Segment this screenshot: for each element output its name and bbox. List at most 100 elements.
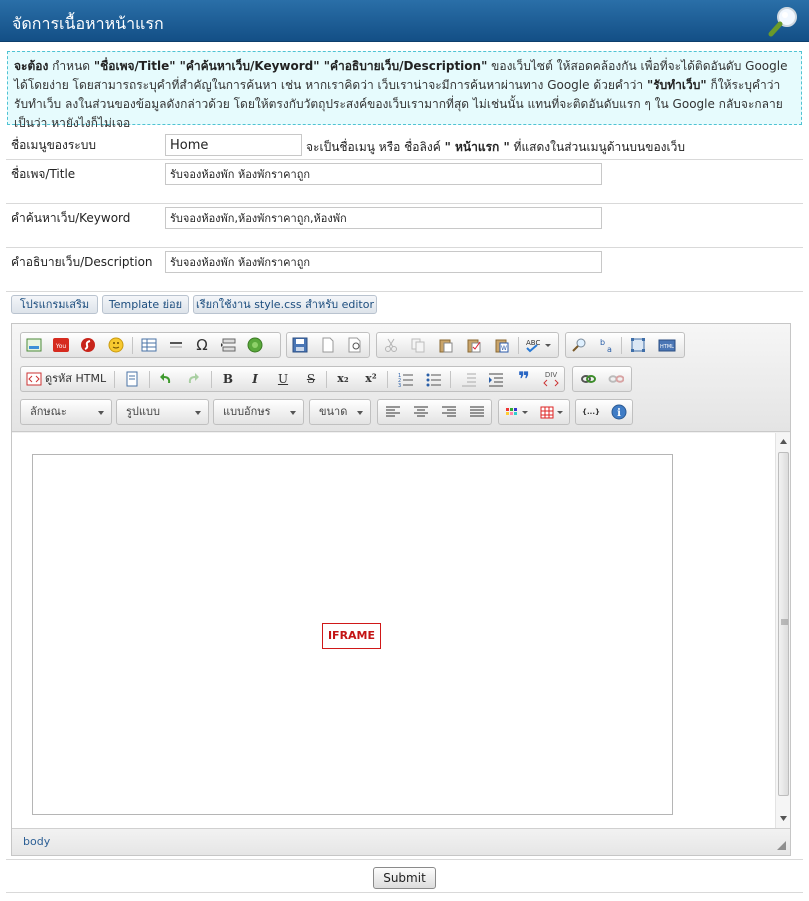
spellcheck-icon[interactable]: ABC	[524, 337, 554, 353]
iframe-placeholder-box[interactable]: IFRAME	[32, 454, 673, 815]
code-snippet-icon[interactable]: {...}	[581, 404, 601, 420]
editor-toolbar: You Ω W ABC b a HTML ดูรหัส HTML B I U S…	[12, 324, 790, 432]
subscript-icon[interactable]: x₂	[334, 371, 352, 387]
toolbar-group-insert: You Ω	[20, 332, 281, 358]
maximize-icon[interactable]	[629, 337, 647, 353]
special-char-icon[interactable]: Ω	[193, 337, 211, 353]
style-select[interactable]: รูปแบบ	[116, 399, 209, 425]
page-header: จัดการเนื้อหาหน้าแรก	[0, 0, 809, 42]
templates-icon[interactable]	[123, 371, 141, 387]
about-icon[interactable]: i	[610, 404, 628, 420]
toolbar-group-find: ba HTML	[565, 332, 685, 358]
toolbar-separator	[149, 371, 150, 388]
background-color-icon[interactable]	[539, 404, 567, 420]
indent-icon[interactable]	[487, 371, 505, 387]
style-select-label: รูปแบบ	[126, 405, 160, 418]
align-center-icon[interactable]	[412, 404, 430, 420]
italic-icon[interactable]: I	[246, 371, 264, 387]
toolbar-group-color	[498, 399, 570, 425]
page-break-icon[interactable]	[219, 337, 237, 353]
font-select[interactable]: แบบอักษร	[213, 399, 304, 425]
image-icon[interactable]	[25, 337, 43, 353]
find-icon[interactable]	[570, 337, 588, 353]
paste-word-icon[interactable]: W	[493, 337, 511, 353]
tab-plugins[interactable]: โปรแกรมเสริม	[11, 295, 98, 314]
iframe-placeholder-label: IFRAME	[322, 623, 381, 649]
link-icon[interactable]	[579, 371, 597, 387]
menu-name-input[interactable]	[165, 134, 302, 156]
element-path[interactable]: body	[23, 835, 50, 848]
paste-text-icon[interactable]	[465, 337, 483, 353]
bulleted-list-icon[interactable]	[425, 371, 443, 387]
preview-icon[interactable]	[346, 337, 364, 353]
vertical-scrollbar[interactable]	[775, 433, 790, 828]
table-icon[interactable]	[140, 337, 158, 353]
scroll-up-icon[interactable]	[779, 438, 788, 445]
div-container-icon[interactable]: DIV	[542, 371, 560, 387]
divider	[6, 247, 803, 248]
source-code-icon[interactable]	[25, 371, 43, 387]
keyword-input[interactable]	[165, 207, 602, 229]
description-label: คำอธิบายเว็บ/Description	[11, 255, 153, 269]
editor-status-bar: body	[12, 828, 790, 855]
replace-icon[interactable]: ba	[598, 337, 616, 354]
superscript-icon[interactable]: x²	[362, 371, 380, 387]
underline-icon[interactable]: U	[274, 371, 292, 387]
toolbar-group-link	[572, 366, 632, 392]
toolbar-group-extra: {...} i	[575, 399, 633, 425]
chevron-down-icon	[357, 411, 363, 415]
show-blocks-icon[interactable]: HTML	[658, 337, 676, 353]
bold-icon[interactable]: B	[219, 371, 237, 387]
notice-bold-2: "รับทำเว็บ"	[646, 78, 707, 92]
smiley-icon[interactable]	[107, 337, 125, 353]
tab-stylesheet[interactable]: เรียกใช้งาน style.css สำหรับ editor	[193, 295, 377, 314]
tab-template[interactable]: Template ย่อย	[102, 295, 189, 314]
save-icon[interactable]	[291, 337, 309, 353]
copy-icon[interactable]	[409, 337, 427, 353]
size-select[interactable]: ขนาด	[309, 399, 371, 425]
menu-hint-text-1: จะเป็นชื่อเมนู หรือ ชื่อลิงค์	[306, 140, 445, 154]
outdent-icon[interactable]	[460, 371, 478, 387]
scrollbar-thumb[interactable]	[778, 452, 789, 796]
youtube-icon[interactable]: You	[52, 337, 70, 353]
divider	[6, 892, 803, 893]
blockquote-icon[interactable]: ❞	[515, 369, 533, 389]
editor-content-area[interactable]: IFRAME	[12, 433, 790, 828]
svg-text:HTML: HTML	[660, 344, 674, 350]
scroll-down-icon[interactable]	[779, 815, 788, 822]
title-label: ชื่อเพจ/Title	[11, 167, 76, 181]
grip-icon	[781, 619, 788, 625]
horizontal-rule-icon[interactable]	[167, 337, 185, 353]
paste-icon[interactable]	[437, 337, 455, 353]
iframe-icon[interactable]	[246, 337, 264, 353]
cut-icon[interactable]	[382, 337, 400, 353]
notice-text-1: กำหนด	[48, 59, 94, 73]
align-left-icon[interactable]	[384, 404, 402, 420]
notice-lead: จะต้อง	[14, 59, 49, 73]
redo-icon[interactable]	[184, 371, 202, 387]
seo-notice: จะต้อง กำหนด "ชื่อเพจ/Title" "คำค้นหาเว็…	[7, 51, 802, 130]
description-input[interactable]	[165, 251, 602, 273]
source-button-label[interactable]: ดูรหัส HTML	[45, 371, 109, 387]
toolbar-group-clipboard: W ABC	[376, 332, 559, 358]
unlink-icon[interactable]	[607, 371, 625, 387]
strikethrough-icon[interactable]: S	[302, 371, 320, 387]
svg-text:ABC: ABC	[526, 339, 540, 347]
title-input[interactable]	[165, 163, 602, 185]
resize-handle-icon[interactable]	[777, 841, 786, 850]
flash-icon[interactable]	[79, 337, 97, 353]
svg-text:3: 3	[398, 383, 401, 387]
align-justify-icon[interactable]	[468, 404, 486, 420]
text-color-icon[interactable]	[504, 404, 532, 420]
svg-text:W: W	[501, 345, 507, 352]
format-select[interactable]: ลักษณะ	[20, 399, 112, 425]
new-page-icon[interactable]	[319, 337, 337, 353]
undo-icon[interactable]	[157, 371, 175, 387]
rich-text-editor: You Ω W ABC b a HTML ดูรหัส HTML B I U S…	[11, 323, 791, 856]
magnifier-icon[interactable]	[767, 4, 801, 38]
submit-button[interactable]: Submit	[373, 867, 436, 889]
numbered-list-icon[interactable]: 123	[397, 371, 415, 389]
toolbar-separator	[211, 371, 212, 388]
chevron-down-icon	[195, 411, 201, 415]
align-right-icon[interactable]	[440, 404, 458, 420]
